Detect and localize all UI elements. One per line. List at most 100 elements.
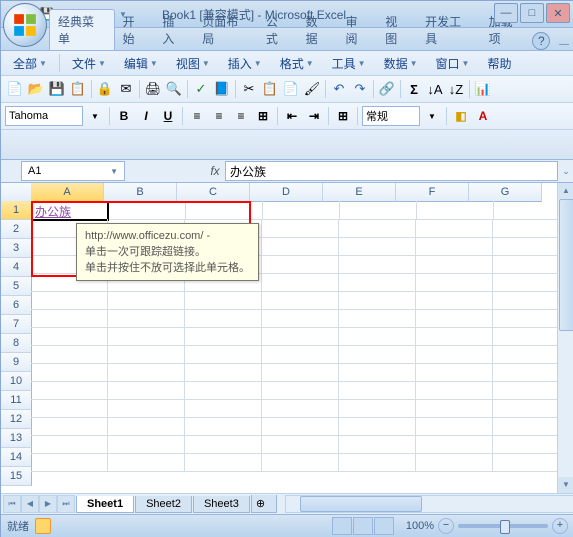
zoom-level[interactable]: 100% (406, 520, 434, 532)
scroll-down-icon[interactable]: ▼ (558, 477, 573, 493)
normal-view-icon[interactable] (332, 517, 352, 535)
cell[interactable] (262, 363, 339, 382)
cell[interactable] (263, 201, 340, 220)
save-icon[interactable]: 💾 (47, 79, 67, 99)
cell[interactable] (31, 453, 108, 472)
cell[interactable] (262, 435, 339, 454)
sheet-nav-next-icon[interactable]: ▶ (39, 495, 57, 513)
row-header-7[interactable]: 7 (1, 315, 32, 334)
row-header-14[interactable]: 14 (1, 448, 32, 467)
cell[interactable] (339, 435, 416, 454)
cell[interactable] (262, 291, 339, 310)
cell[interactable] (339, 381, 416, 400)
mail-icon[interactable]: ✉ (116, 79, 136, 99)
cell[interactable] (108, 327, 185, 346)
chart-icon[interactable]: 📊 (473, 79, 493, 99)
cell-a1[interactable]: 办公族 (31, 201, 109, 221)
cell[interactable] (262, 399, 339, 418)
zoom-out-icon[interactable]: − (438, 518, 454, 534)
tab-formulas[interactable]: 公式 (258, 10, 298, 50)
cut-icon[interactable]: ✂ (239, 79, 259, 99)
font-name-box[interactable]: Tahoma (5, 106, 83, 126)
redo-icon[interactable]: ↷ (350, 79, 370, 99)
cell[interactable] (339, 417, 416, 436)
cell[interactable] (185, 453, 262, 472)
sheet-nav-last-icon[interactable]: ⏭ (57, 495, 75, 513)
font-dropdown-icon[interactable]: ▼ (85, 106, 105, 126)
cell[interactable] (262, 255, 339, 274)
row-header-3[interactable]: 3 (1, 239, 32, 258)
tab-classic-menu[interactable]: 经典菜单 (49, 9, 115, 50)
help-icon[interactable]: ? (532, 32, 550, 50)
cell[interactable] (339, 273, 416, 292)
align-center-icon[interactable]: ≡ (209, 106, 229, 126)
font-color-icon[interactable]: A (473, 106, 493, 126)
cell[interactable] (108, 381, 185, 400)
row-header-2[interactable]: 2 (1, 220, 32, 239)
cell[interactable] (185, 291, 262, 310)
office-button[interactable] (3, 3, 47, 47)
cell[interactable] (416, 399, 493, 418)
print-icon[interactable]: 🖨 (143, 79, 163, 99)
copy-icon[interactable]: 📋 (260, 79, 280, 99)
zoom-slider[interactable] (458, 524, 548, 528)
horizontal-scrollbar[interactable] (285, 495, 573, 513)
cell[interactable] (185, 363, 262, 382)
cell[interactable] (185, 381, 262, 400)
cell[interactable] (417, 201, 494, 220)
row-header-10[interactable]: 10 (1, 372, 32, 391)
cell[interactable] (416, 453, 493, 472)
cell[interactable] (416, 255, 493, 274)
cell[interactable] (416, 363, 493, 382)
cell[interactable] (416, 381, 493, 400)
sort-asc-icon[interactable]: ↓A (425, 79, 445, 99)
menu-format[interactable]: 格式▼ (272, 53, 322, 74)
scroll-up-icon[interactable]: ▲ (558, 183, 573, 199)
cell[interactable] (108, 345, 185, 364)
vertical-scrollbar[interactable]: ▲ ▼ (557, 183, 573, 493)
cell[interactable] (31, 327, 108, 346)
open-icon[interactable]: 📂 (26, 79, 46, 99)
fx-icon[interactable]: fx (205, 164, 225, 178)
cell[interactable] (262, 345, 339, 364)
saveas-icon[interactable]: 📋 (68, 79, 88, 99)
cell[interactable] (339, 255, 416, 274)
cell[interactable] (31, 435, 108, 454)
cell[interactable] (416, 219, 493, 238)
cell[interactable] (262, 237, 339, 256)
cell[interactable] (416, 273, 493, 292)
col-header-c[interactable]: C (177, 183, 250, 202)
vscroll-thumb[interactable] (559, 199, 573, 331)
cell[interactable] (339, 399, 416, 418)
underline-button[interactable]: U (158, 106, 178, 126)
undo-icon[interactable]: ↶ (329, 79, 349, 99)
spell-icon[interactable]: ✓ (191, 79, 211, 99)
cell[interactable] (262, 381, 339, 400)
cell[interactable] (31, 345, 108, 364)
cell[interactable] (340, 201, 417, 220)
hscroll-thumb[interactable] (300, 496, 422, 512)
sheet-tab-1[interactable]: Sheet1 (76, 496, 134, 513)
select-all-corner[interactable] (1, 183, 32, 202)
cell[interactable] (108, 417, 185, 436)
col-header-b[interactable]: B (104, 183, 177, 202)
autosum-icon[interactable]: Σ (404, 79, 424, 99)
menu-insert[interactable]: 插入▼ (220, 53, 270, 74)
cell[interactable] (339, 309, 416, 328)
cell[interactable] (108, 309, 185, 328)
tab-review[interactable]: 审阅 (337, 10, 377, 50)
tab-data[interactable]: 数据 (298, 10, 338, 50)
new-icon[interactable]: 📄 (5, 79, 25, 99)
macro-record-icon[interactable] (35, 518, 51, 534)
cell[interactable] (31, 417, 108, 436)
cell[interactable] (262, 219, 339, 238)
cell[interactable] (262, 453, 339, 472)
row-header-15[interactable]: 15 (1, 467, 32, 486)
menu-data[interactable]: 数据▼ (376, 53, 426, 74)
sort-desc-icon[interactable]: ↓Z (446, 79, 466, 99)
align-right-icon[interactable]: ≡ (231, 106, 251, 126)
format-dropdown-icon[interactable]: ▼ (422, 106, 442, 126)
maximize-button[interactable]: □ (520, 3, 544, 23)
cell[interactable] (416, 345, 493, 364)
cell[interactable] (416, 327, 493, 346)
